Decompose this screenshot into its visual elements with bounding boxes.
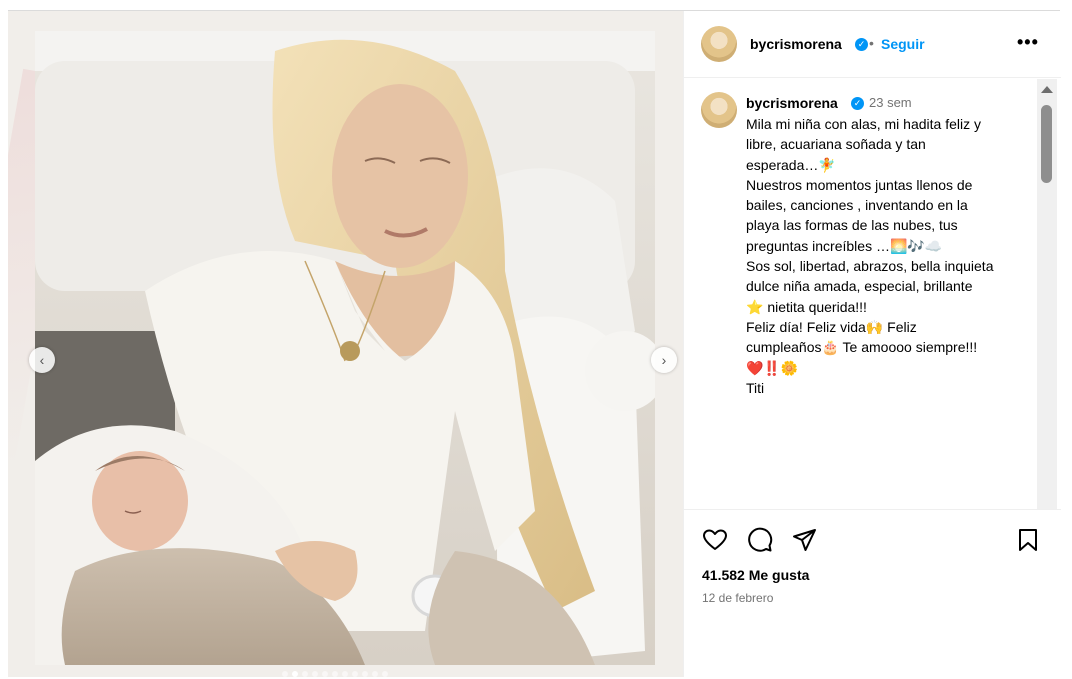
photo-illustration — [35, 31, 655, 665]
carousel-dot — [312, 671, 318, 677]
carousel-dot — [282, 671, 288, 677]
caption-text: Mila mi niña con alas, mi hadita feliz y… — [746, 116, 994, 396]
carousel-dot — [362, 671, 368, 677]
scrollbar-thumb[interactable] — [1041, 105, 1052, 183]
avatar[interactable] — [701, 26, 737, 62]
carousel-dot — [322, 671, 328, 677]
bookmark-icon — [1019, 529, 1037, 551]
carousel-dots — [282, 671, 388, 677]
carousel-dot — [292, 671, 298, 677]
heart-icon — [703, 529, 727, 550]
post-date[interactable]: 12 de febrero — [702, 591, 773, 605]
caption-username[interactable]: bycrismorena — [746, 95, 838, 111]
scroll-up-arrow-icon[interactable] — [1041, 86, 1053, 93]
caption-area[interactable]: bycrismorena ✓ 23 sem Mila mi niña con a… — [684, 79, 1061, 509]
comment-icon — [748, 527, 773, 552]
carousel-next-button[interactable]: › — [651, 347, 677, 373]
carousel-dot — [382, 671, 388, 677]
avatar[interactable] — [701, 92, 737, 128]
carousel-dot — [332, 671, 338, 677]
save-button[interactable] — [1014, 526, 1042, 554]
more-horizontal-icon[interactable]: ••• — [1017, 32, 1039, 53]
share-button[interactable] — [791, 526, 819, 554]
media-pane: ‹ › — [8, 11, 683, 677]
scrollbar[interactable] — [1037, 79, 1057, 509]
carousel-dot — [302, 671, 308, 677]
follow-button[interactable]: Seguir — [881, 36, 925, 52]
share-icon — [793, 529, 816, 551]
comment-button[interactable] — [746, 526, 774, 554]
verified-badge-icon: ✓ — [855, 38, 868, 51]
chevron-left-icon: ‹ — [39, 352, 45, 368]
carousel-dot — [352, 671, 358, 677]
verified-badge-icon: ✓ — [851, 97, 864, 110]
separator-dot: • — [869, 35, 874, 51]
post-header: bycrismorena ✓ • Seguir ••• — [684, 11, 1061, 78]
chevron-right-icon: › — [661, 352, 667, 368]
post-photo[interactable] — [35, 31, 655, 665]
like-button[interactable] — [701, 526, 729, 554]
carousel-dot — [342, 671, 348, 677]
username-link[interactable]: bycrismorena — [750, 36, 842, 52]
post-time[interactable]: 23 sem — [869, 95, 912, 110]
post-sidebar: bycrismorena ✓ • Seguir ••• bycrismorena… — [683, 11, 1061, 677]
likes-count[interactable]: 41.582 Me gusta — [702, 567, 809, 583]
carousel-dot — [372, 671, 378, 677]
carousel-prev-button[interactable]: ‹ — [29, 347, 55, 373]
